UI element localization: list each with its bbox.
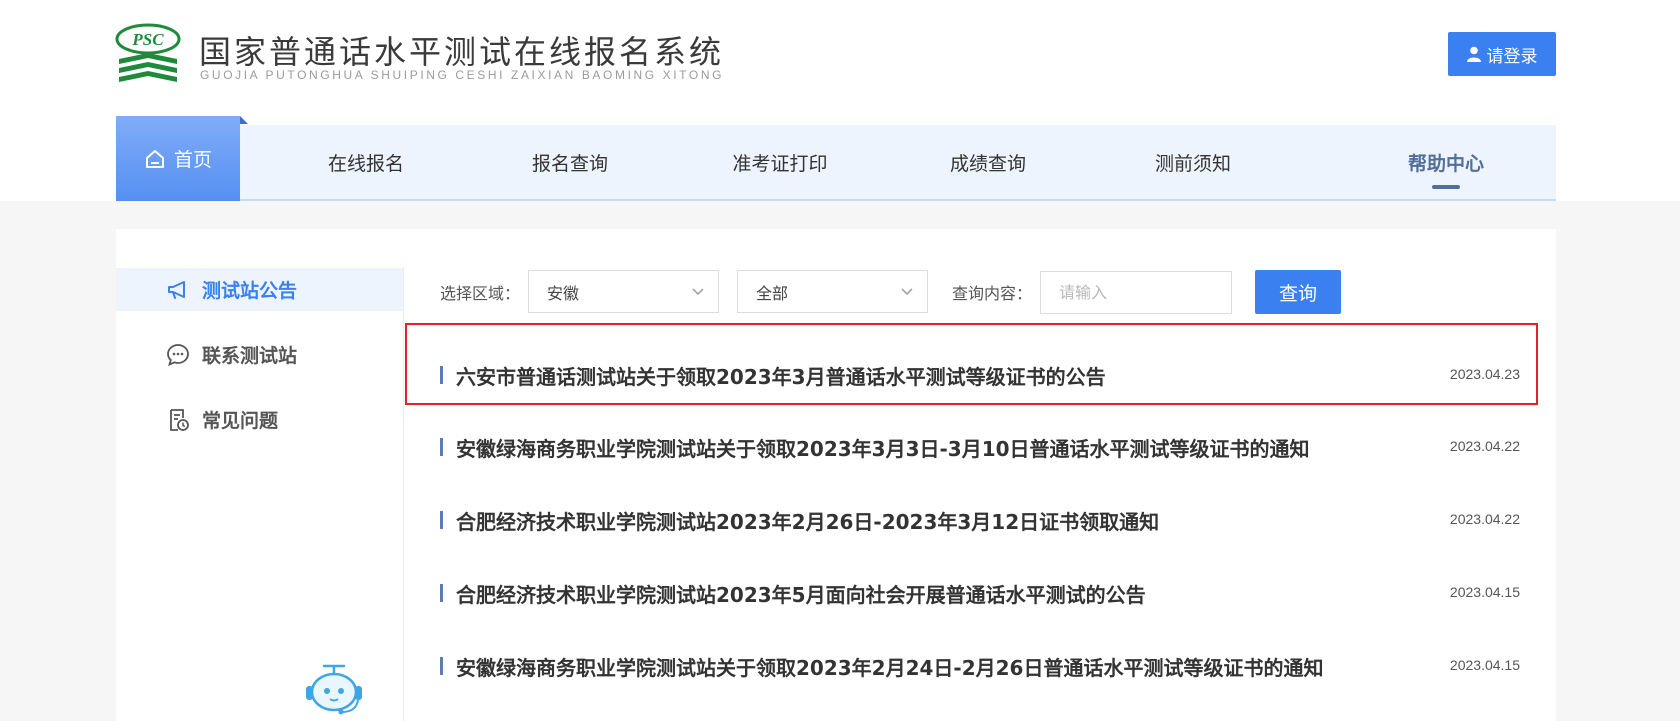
nav-item-online-registration[interactable]: 在线报名 (296, 125, 436, 199)
sidebar-item-contact[interactable]: 联系测试站 (116, 333, 403, 376)
sidebar-item-label: 联系测试站 (202, 345, 298, 367)
user-icon (1466, 46, 1481, 62)
scope-select[interactable]: 全部 (737, 270, 928, 313)
site-subtitle: GUOJIA PUTONGHUA SHUIPING CESHI ZAIXIAN … (200, 68, 725, 82)
sidebar-item-label: 常见问题 (202, 410, 279, 432)
notice-item[interactable]: 合肥经济技术职业学院测试站2023年5月面向社会开展普通话水平测试的公告 202… (440, 573, 1520, 613)
customer-service-robot-icon[interactable] (302, 660, 366, 718)
nav-item-pretest-notice[interactable]: 测前须知 (1123, 125, 1263, 199)
notice-date: 2023.04.22 (1449, 511, 1520, 527)
notice-bullet (440, 657, 443, 675)
nav-item-registration-query[interactable]: 报名查询 (500, 125, 640, 199)
sidebar-divider (403, 267, 404, 721)
notice-title[interactable]: 六安市普通话测试站关于领取2023年3月普通话水平测试等级证书的公告 (456, 361, 1106, 390)
nav-item-admission-ticket[interactable]: 准考证打印 (700, 125, 860, 199)
psc-logo: PSC (115, 23, 181, 82)
chevron-down-icon (692, 288, 704, 296)
faq-document-icon (170, 408, 189, 431)
notice-bullet (440, 511, 443, 529)
notice-item[interactable]: 六安市普通话测试站关于领取2023年3月普通话水平测试等级证书的公告 2023.… (440, 355, 1520, 395)
notice-title[interactable]: 合肥经济技术职业学院测试站2023年5月面向社会开展普通话水平测试的公告 (456, 579, 1146, 608)
query-label: 查询内容： (952, 284, 1033, 303)
nav-label-home: 首页 (173, 149, 212, 171)
notice-title[interactable]: 安徽绿海商务职业学院测试站关于领取2023年2月24日-2月26日普通话水平测试… (456, 652, 1323, 681)
login-label: 请登录 (1486, 46, 1538, 67)
notice-item[interactable]: 安徽绿海商务职业学院测试站关于领取2023年2月24日-2月26日普通话水平测试… (440, 646, 1520, 686)
logo-text: PSC (131, 30, 164, 49)
nav-item-home[interactable]: 首页 (116, 116, 248, 201)
notice-bullet (440, 438, 443, 456)
scope-value: 全部 (756, 283, 789, 303)
notice-item[interactable]: 安徽绿海商务职业学院测试站关于领取2023年3月3日-3月10日普通话水平测试等… (440, 427, 1520, 467)
login-button[interactable]: 请登录 (1448, 32, 1556, 76)
notice-title[interactable]: 合肥经济技术职业学院测试站2023年2月26日-2023年3月12日证书领取通知 (456, 506, 1159, 535)
notice-bullet (440, 366, 443, 384)
site-title: 国家普通话水平测试在线报名系统 (199, 33, 725, 71)
home-icon (145, 149, 164, 168)
chat-icon (167, 343, 189, 366)
notice-title[interactable]: 安徽绿海商务职业学院测试站关于领取2023年3月3日-3月10日普通话水平测试等… (456, 433, 1310, 462)
notice-item[interactable]: 合肥经济技术职业学院测试站2023年2月26日-2023年3月12日证书领取通知… (440, 500, 1520, 540)
region-label: 选择区域： (440, 284, 521, 303)
province-value: 安徽 (547, 283, 580, 303)
megaphone-icon (168, 280, 185, 299)
notice-date: 2023.04.22 (1449, 438, 1520, 454)
search-input[interactable] (1040, 271, 1232, 314)
query-button[interactable]: 查询 (1255, 270, 1341, 314)
sidebar-item-announcements[interactable]: 测试站公告 (116, 268, 403, 311)
province-select[interactable]: 安徽 (528, 270, 719, 313)
notice-date: 2023.04.15 (1449, 657, 1520, 673)
notice-date: 2023.04.23 (1449, 366, 1520, 382)
sidebar-item-faq[interactable]: 常见问题 (116, 398, 403, 441)
notice-date: 2023.04.15 (1449, 584, 1520, 600)
chevron-down-icon (901, 288, 913, 296)
notice-bullet (440, 584, 443, 602)
nav-item-score-query[interactable]: 成绩查询 (918, 125, 1058, 199)
active-nav-underline (1432, 185, 1460, 189)
sidebar-item-label: 测试站公告 (202, 280, 298, 302)
